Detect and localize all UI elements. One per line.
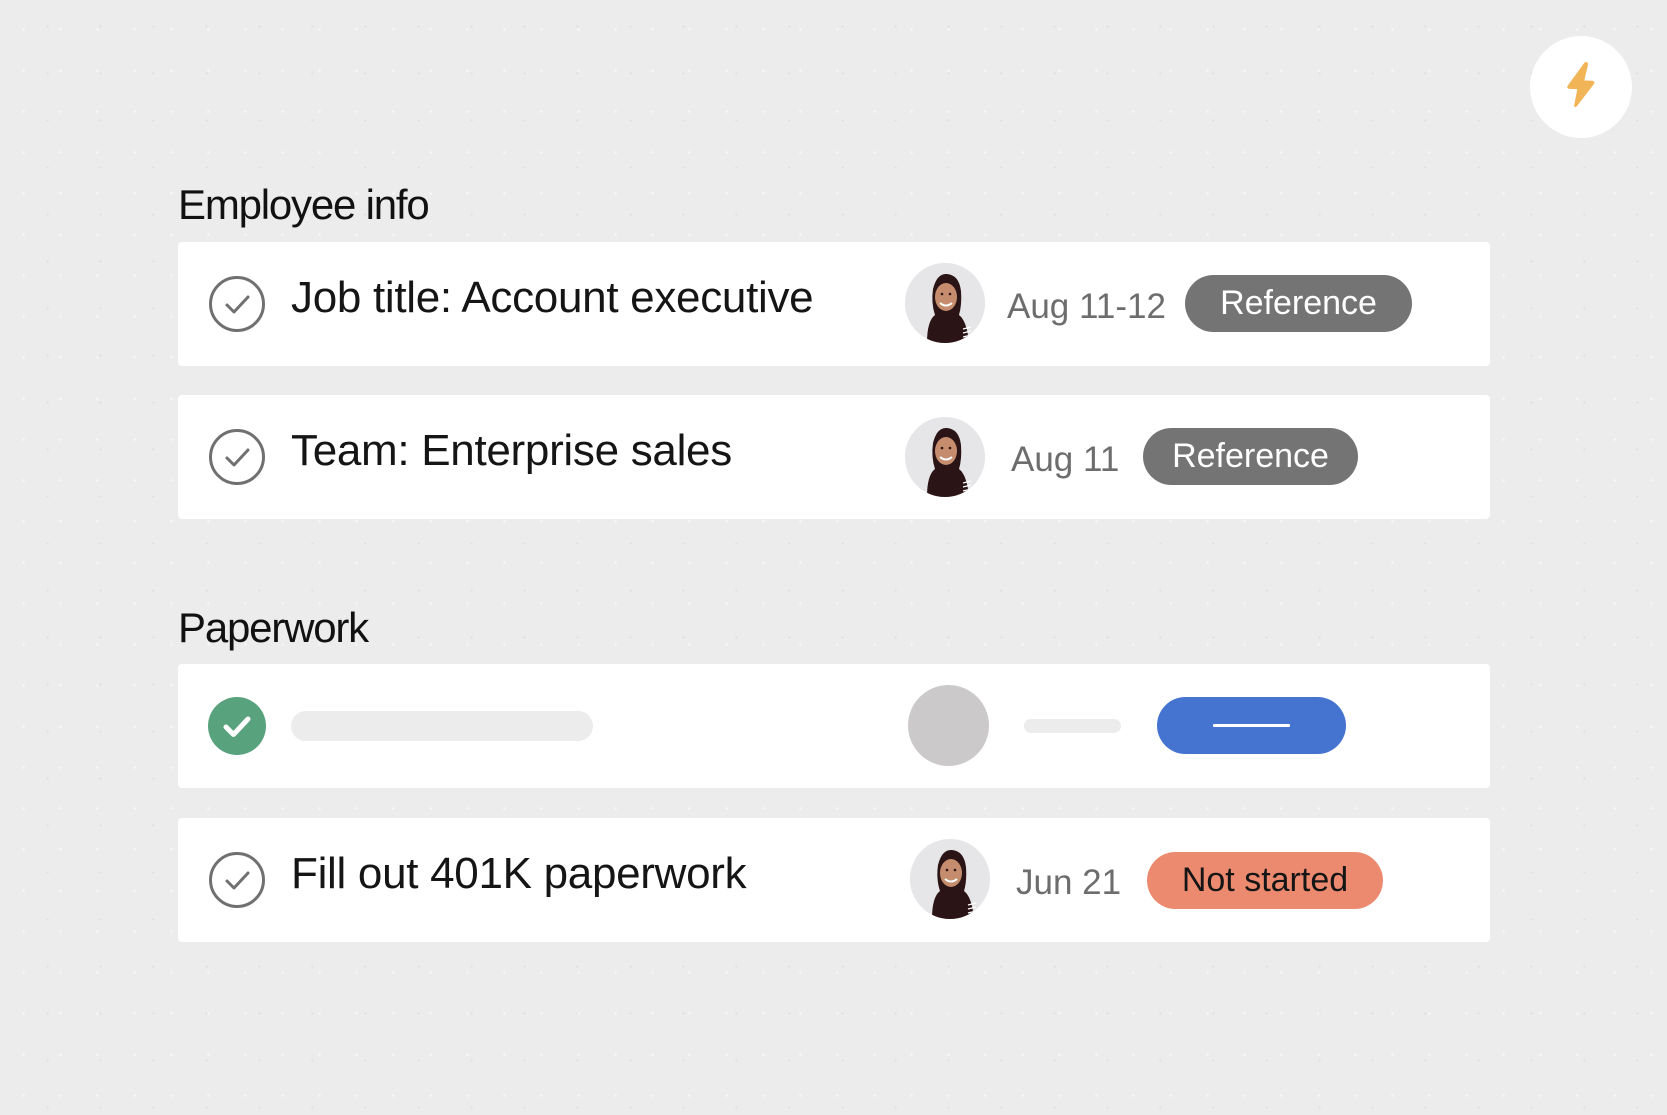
- assignee-avatar[interactable]: [905, 417, 985, 497]
- complete-task-checkbox[interactable]: [208, 851, 266, 909]
- lightning-bolt-icon: [1559, 61, 1603, 114]
- complete-task-checkbox[interactable]: [208, 697, 266, 755]
- due-date: Jun 21: [1016, 863, 1122, 902]
- assignee-avatar[interactable]: [905, 263, 985, 343]
- status-badge[interactable]: Not started: [1147, 852, 1383, 909]
- assignee-avatar[interactable]: [910, 839, 990, 919]
- task-row[interactable]: Fill out 401K paperwork Jun 21 Not start…: [178, 818, 1490, 942]
- task-row[interactable]: Job title: Account executive Aug 11-12 R…: [178, 242, 1490, 366]
- complete-task-checkbox[interactable]: [208, 428, 266, 486]
- check-circle-icon: [209, 852, 265, 908]
- section-heading-employee-info: Employee info: [178, 181, 430, 228]
- placeholder-title: [291, 711, 593, 741]
- check-circle-icon: [209, 276, 265, 332]
- task-row-placeholder[interactable]: [178, 664, 1490, 788]
- task-title: Job title: Account executive: [291, 273, 814, 322]
- check-circle-icon: [209, 429, 265, 485]
- quick-action-button[interactable]: [1530, 36, 1632, 138]
- section-heading-paperwork: Paperwork: [178, 604, 369, 651]
- task-title: Fill out 401K paperwork: [291, 849, 747, 898]
- placeholder-status-badge[interactable]: [1157, 697, 1346, 754]
- status-badge[interactable]: Reference: [1143, 428, 1358, 485]
- placeholder-avatar: [908, 685, 989, 766]
- placeholder-status-line: [1213, 724, 1290, 727]
- due-date: Aug 11: [1011, 440, 1120, 479]
- task-title: Team: Enterprise sales: [291, 426, 732, 475]
- check-circle-filled-icon: [208, 697, 266, 755]
- due-date: Aug 11-12: [1007, 287, 1166, 326]
- complete-task-checkbox[interactable]: [208, 275, 266, 333]
- status-badge[interactable]: Reference: [1185, 275, 1412, 332]
- task-row[interactable]: Team: Enterprise sales Aug 11 Reference: [178, 395, 1490, 519]
- placeholder-date: [1024, 719, 1121, 733]
